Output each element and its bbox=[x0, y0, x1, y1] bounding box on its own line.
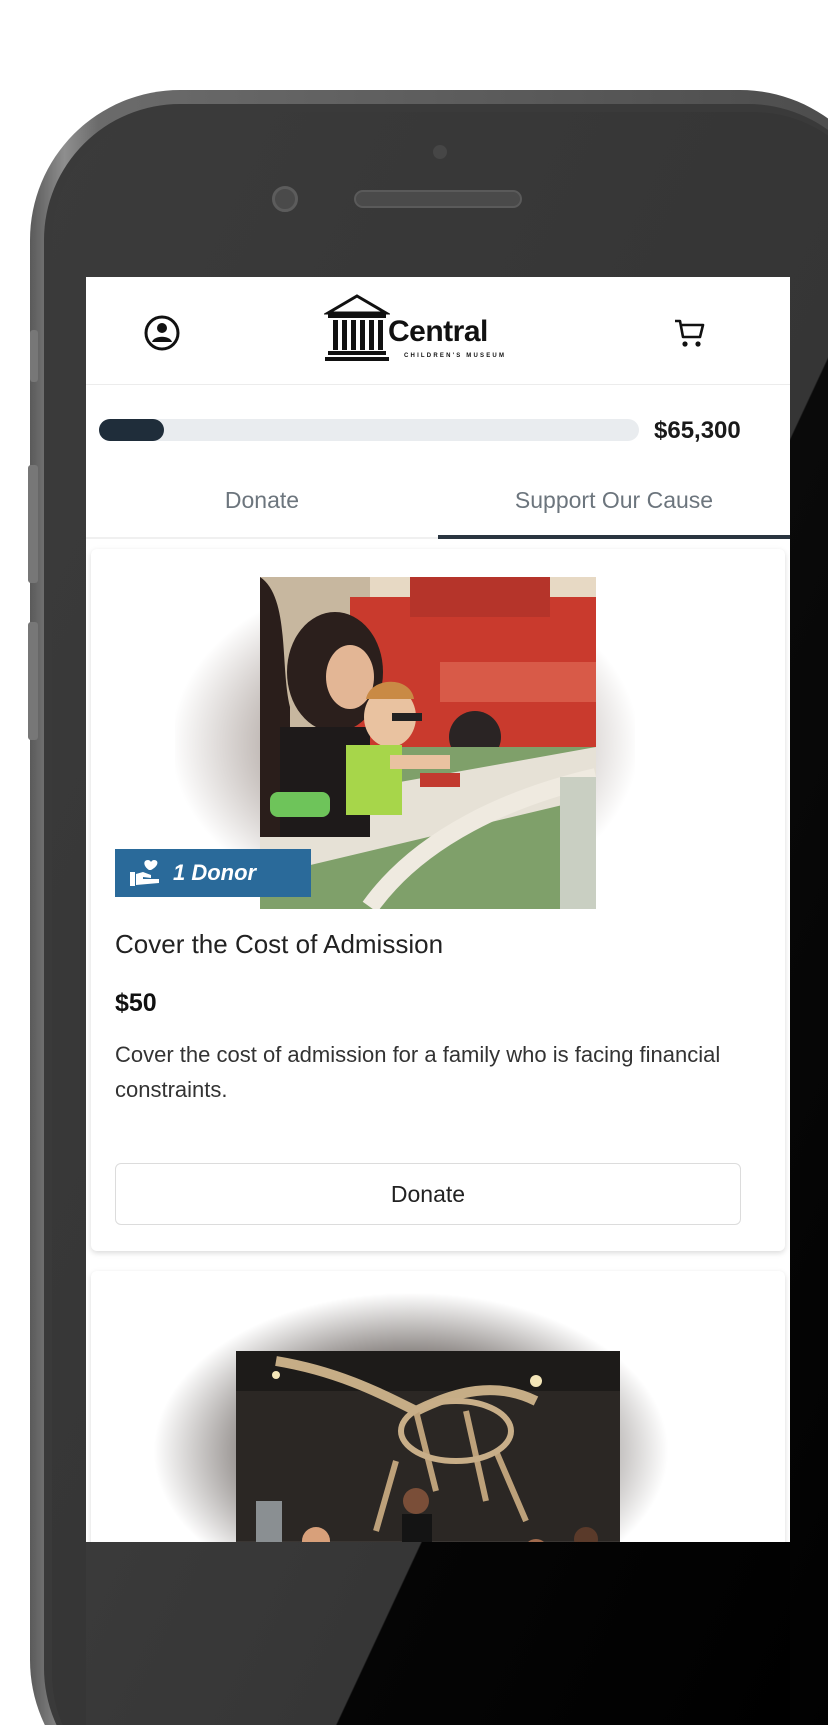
cause-price: $50 bbox=[115, 989, 157, 1017]
logo-subtitle: CHILDREN'S MUSEUM bbox=[404, 353, 507, 359]
cause-card: 1 Donor Cover the Cost of Admission $50 … bbox=[91, 549, 785, 1251]
volume-down-button bbox=[28, 622, 38, 740]
fundraising-progress: $65,300 bbox=[86, 385, 790, 463]
app-screen: Central CHILDREN'S MUSEUM $65,300 Donate… bbox=[86, 277, 790, 1542]
cause-card-2 bbox=[91, 1271, 785, 1542]
phone-bottom-bezel bbox=[86, 1542, 790, 1725]
volume-up-button bbox=[28, 465, 38, 583]
cause-description: Cover the cost of admission for a family… bbox=[115, 1042, 721, 1102]
tab-donate[interactable]: Donate bbox=[86, 463, 438, 537]
tab-support-our-cause[interactable]: Support Our Cause bbox=[438, 463, 790, 539]
donate-button[interactable]: Donate bbox=[115, 1163, 741, 1225]
front-camera bbox=[272, 186, 298, 212]
museum-building-icon bbox=[324, 294, 390, 361]
museum-logo[interactable]: Central CHILDREN'S MUSEUM bbox=[324, 293, 546, 369]
cause-title: Cover the Cost of Admission bbox=[115, 929, 444, 959]
donor-count-badge: 1 Donor bbox=[115, 849, 311, 897]
app-header: Central CHILDREN'S MUSEUM bbox=[86, 277, 790, 385]
hand-heart-icon bbox=[130, 860, 159, 886]
raised-amount: $65,300 bbox=[654, 417, 741, 444]
cart-icon[interactable] bbox=[672, 315, 708, 351]
phone-mockup: Central CHILDREN'S MUSEUM $65,300 Donate… bbox=[0, 0, 828, 1725]
earpiece-speaker bbox=[354, 190, 522, 208]
proximity-sensor bbox=[433, 145, 447, 159]
dinosaur-exhibit-photo bbox=[236, 1351, 620, 1542]
progress-bar bbox=[99, 419, 639, 441]
tab-bar: Donate Support Our Cause bbox=[86, 463, 790, 539]
user-icon[interactable] bbox=[143, 314, 181, 352]
progress-bar-fill bbox=[99, 419, 164, 441]
mute-switch bbox=[30, 330, 38, 382]
logo-wordmark: Central bbox=[388, 315, 488, 348]
donor-count-label: 1 Donor bbox=[173, 860, 257, 885]
